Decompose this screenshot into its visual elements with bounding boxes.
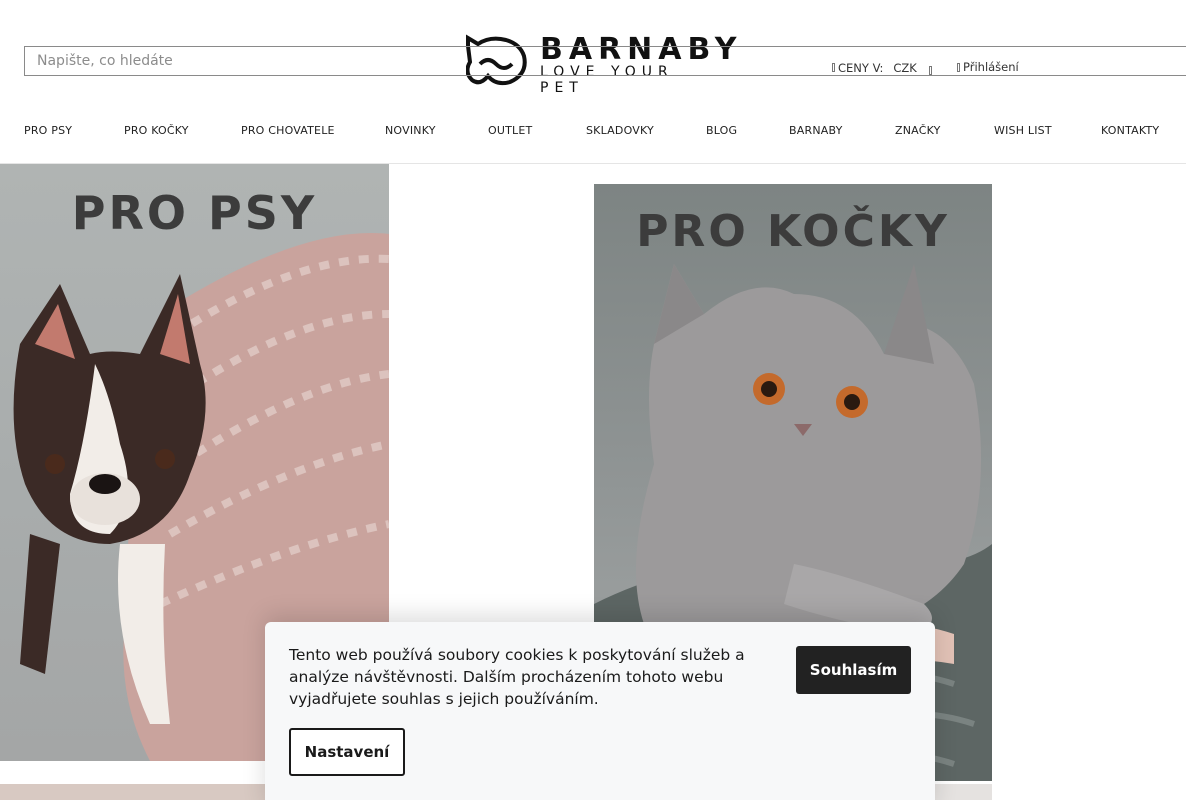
currency-selector[interactable]: CENY V: CZK: [832, 60, 935, 75]
nav-item-blog[interactable]: BLOG: [706, 124, 737, 137]
nav-item-novinky[interactable]: NOVINKY: [385, 124, 436, 137]
chevron-down-icon: [928, 66, 932, 75]
cookie-settings-button[interactable]: Nastavení: [289, 728, 405, 776]
nav-item-pro-kocky[interactable]: PRO KOČKY: [124, 124, 189, 137]
main-navigation: PRO PSY PRO KOČKY PRO CHOVATELE NOVINKY …: [0, 120, 1186, 142]
tile-title-cats: PRO KOČKY: [636, 206, 950, 257]
nav-item-outlet[interactable]: OUTLET: [488, 124, 532, 137]
nav-item-wish-list[interactable]: WISH LIST: [994, 124, 1052, 137]
cookie-agree-button[interactable]: Souhlasím: [796, 646, 911, 694]
page: BARNABY LOVE YOUR PET CENY V: CZK Přihlá…: [0, 0, 1200, 800]
currency-value: CZK: [893, 60, 917, 75]
site-header: BARNABY LOVE YOUR PET CENY V: CZK Přihlá…: [0, 0, 1186, 164]
nav-item-znacky[interactable]: ZNAČKY: [895, 124, 941, 137]
price-tag-icon: [832, 63, 835, 72]
nav-item-kontakty[interactable]: KONTAKTY: [1101, 124, 1159, 137]
cookie-consent-banner: Tento web používá soubory cookies k posk…: [265, 622, 935, 800]
next-category-tile-2[interactable]: [930, 784, 992, 800]
nav-item-pro-chovatele[interactable]: PRO CHOVATELE: [241, 124, 335, 137]
login-label: Přihlášení: [963, 60, 1019, 74]
user-icon: [957, 62, 960, 72]
login-link[interactable]: Přihlášení: [957, 60, 1019, 74]
next-category-tile[interactable]: [0, 784, 290, 800]
cookie-consent-text: Tento web používá soubory cookies k posk…: [289, 646, 745, 708]
prices-label: CENY V:: [838, 60, 884, 75]
tile-title-dogs: PRO PSY: [71, 186, 318, 240]
nav-item-barnaby[interactable]: BARNABY: [789, 124, 843, 137]
nav-item-skladovky[interactable]: SKLADOVKY: [586, 124, 654, 137]
nav-item-pro-psy[interactable]: PRO PSY: [24, 124, 72, 137]
